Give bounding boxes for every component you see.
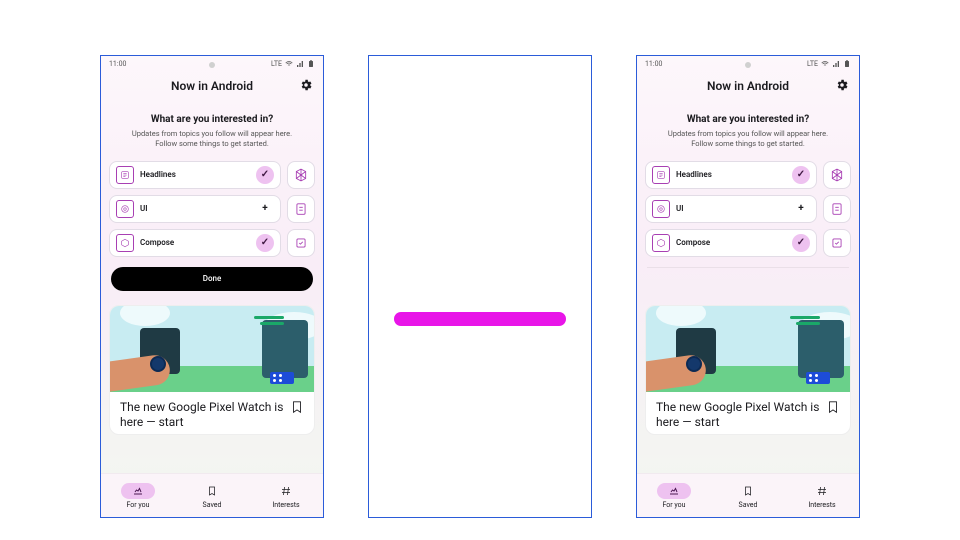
app-title: Now in Android — [707, 79, 789, 93]
topic-square-2[interactable] — [287, 195, 315, 223]
onboarding-section: What are you interested in? Updates from… — [101, 100, 323, 149]
settings-button[interactable] — [297, 76, 315, 94]
phone-mockup-before: 11:00 LTE Now in Android What are you in… — [100, 55, 324, 518]
hash-icon — [805, 483, 839, 499]
done-button[interactable]: Done — [111, 267, 313, 291]
topic-label: Compose — [676, 238, 786, 247]
topic-label: Headlines — [676, 170, 786, 179]
card-illustration — [646, 306, 850, 392]
signal-icon — [832, 60, 840, 68]
nav-for-you[interactable]: For you — [101, 474, 175, 517]
feed-card[interactable]: The new Google Pixel Watch is here — sta… — [109, 305, 315, 435]
bookmarks-icon — [195, 483, 229, 499]
wifi-icon — [285, 60, 293, 68]
battery-icon — [843, 60, 851, 68]
newspaper-icon — [116, 166, 134, 184]
topic-square-1[interactable] — [823, 161, 851, 189]
check-icon: ✓ — [792, 166, 810, 184]
target-icon — [116, 200, 134, 218]
nav-interests[interactable]: Interests — [785, 474, 859, 517]
topic-label: UI — [676, 204, 786, 213]
battery-icon — [307, 60, 315, 68]
camera-cutout — [745, 62, 751, 68]
topic-label: Compose — [140, 238, 250, 247]
topic-headlines[interactable]: Headlines ✓ — [109, 161, 281, 189]
status-time: 11:00 — [645, 60, 662, 68]
gear-icon — [835, 78, 849, 92]
onboarding-title: What are you interested in? — [649, 114, 847, 125]
hexagon-icon — [652, 234, 670, 252]
bottom-nav: For you Saved Interests — [637, 473, 859, 517]
app-header: Now in Android — [637, 72, 859, 100]
nav-saved[interactable]: Saved — [175, 474, 249, 517]
topic-ui[interactable]: UI + — [109, 195, 281, 223]
onboarding-title: What are you interested in? — [113, 114, 311, 125]
check-icon: ✓ — [256, 234, 274, 252]
topic-compose[interactable]: Compose ✓ — [645, 229, 817, 257]
feed-card[interactable]: The new Google Pixel Watch is here — sta… — [645, 305, 851, 435]
topics-list: Headlines ✓ UI + Compose ✓ — [101, 149, 323, 257]
newspaper-icon — [652, 166, 670, 184]
highlight-bar — [394, 312, 566, 326]
topic-square-3[interactable] — [823, 229, 851, 257]
topics-list: Headlines ✓ UI + Compose ✓ — [637, 149, 859, 257]
nav-saved[interactable]: Saved — [711, 474, 785, 517]
wifi-icon — [821, 60, 829, 68]
topic-square-1[interactable] — [287, 161, 315, 189]
camera-cutout — [209, 62, 215, 68]
onboarding-subtitle: Updates from topics you follow will appe… — [658, 129, 838, 149]
bookmark-icon[interactable] — [826, 400, 840, 414]
nav-for-you[interactable]: For you — [637, 474, 711, 517]
onboarding-section: What are you interested in? Updates from… — [637, 100, 859, 149]
topic-label: Headlines — [140, 170, 250, 179]
bookmarks-icon — [731, 483, 765, 499]
nav-interests[interactable]: Interests — [249, 474, 323, 517]
done-placeholder — [647, 267, 849, 291]
status-network: LTE — [807, 60, 818, 68]
topic-compose[interactable]: Compose ✓ — [109, 229, 281, 257]
signal-icon — [296, 60, 304, 68]
topic-label: UI — [140, 204, 250, 213]
bookmark-icon[interactable] — [290, 400, 304, 414]
hexagon-icon — [116, 234, 134, 252]
card-title: The new Google Pixel Watch is here — sta… — [120, 400, 284, 430]
topic-headlines[interactable]: Headlines ✓ — [645, 161, 817, 189]
plus-icon: + — [792, 200, 810, 218]
settings-button[interactable] — [833, 76, 851, 94]
app-title: Now in Android — [171, 79, 253, 93]
target-icon — [652, 200, 670, 218]
bottom-nav: For you Saved Interests — [101, 473, 323, 517]
topic-square-3[interactable] — [287, 229, 315, 257]
onboarding-subtitle: Updates from topics you follow will appe… — [122, 129, 302, 149]
plus-icon: + — [256, 200, 274, 218]
status-time: 11:00 — [109, 60, 126, 68]
phone-mockup-after: 11:00 LTE Now in Android What are you in… — [636, 55, 860, 518]
upcoming-icon — [121, 483, 155, 499]
hash-icon — [269, 483, 303, 499]
gear-icon — [299, 78, 313, 92]
status-network: LTE — [271, 60, 282, 68]
topic-square-2[interactable] — [823, 195, 851, 223]
check-icon: ✓ — [792, 234, 810, 252]
app-header: Now in Android — [101, 72, 323, 100]
placeholder-panel — [368, 55, 592, 518]
card-title: The new Google Pixel Watch is here — sta… — [656, 400, 820, 430]
topic-ui[interactable]: UI + — [645, 195, 817, 223]
upcoming-icon — [657, 483, 691, 499]
check-icon: ✓ — [256, 166, 274, 184]
card-illustration — [110, 306, 314, 392]
